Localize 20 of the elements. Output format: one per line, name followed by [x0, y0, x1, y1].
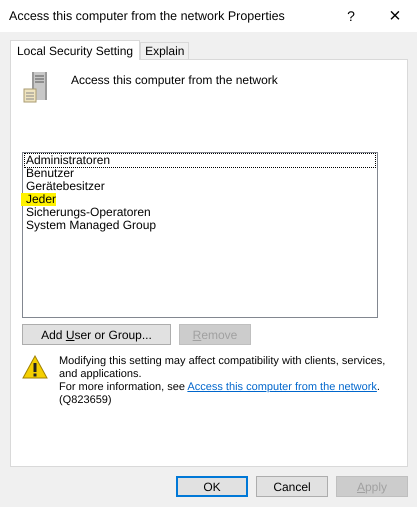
- list-item[interactable]: Jeder: [25, 193, 56, 206]
- list-item[interactable]: Administratoren: [25, 154, 375, 167]
- ok-button[interactable]: OK: [176, 476, 248, 497]
- warning-text: Modifying this setting may affect compatibility with clients, services, and applications.: [59, 355, 386, 381]
- more-info-text: For more information, see Access this computer from the network.: [59, 381, 381, 394]
- tab[interactable]: Explain: [140, 42, 190, 59]
- policy-link[interactable]: Access this computer from the network: [187, 381, 377, 393]
- reference-text: (Q823659): [59, 394, 113, 407]
- help-button[interactable]: ?: [329, 0, 373, 32]
- policy-name: Access this computer from the network: [71, 73, 278, 87]
- cancel-button[interactable]: Cancel: [256, 476, 328, 497]
- list-item[interactable]: Gerätebesitzer: [25, 180, 105, 193]
- list-item[interactable]: Benutzer: [25, 167, 74, 180]
- list-item[interactable]: Sicherungs-Operatoren: [25, 206, 151, 219]
- close-button[interactable]: ×: [373, 0, 417, 32]
- add-button[interactable]: Add User or Group...: [22, 324, 171, 345]
- warning-icon: [22, 355, 48, 379]
- list-item[interactable]: System Managed Group: [25, 219, 156, 232]
- window-title: Access this computer from the network Properties: [9, 9, 286, 23]
- tab[interactable]: Local Security Setting: [10, 40, 140, 60]
